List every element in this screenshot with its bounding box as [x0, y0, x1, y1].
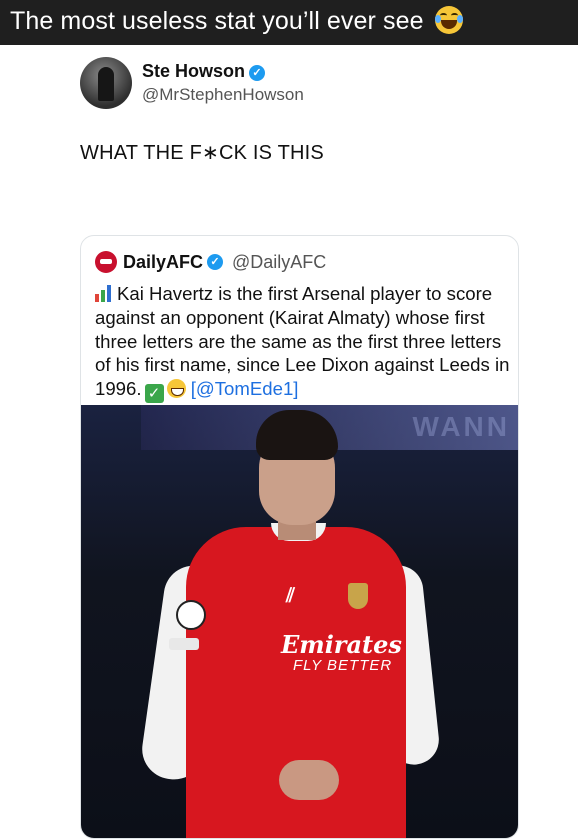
- bar-chart-icon: [95, 285, 112, 302]
- champions-league-ball-icon: [176, 600, 206, 630]
- credit-link[interactable]: [@TomEde1]: [191, 378, 299, 399]
- quoted-line-5: 1996. ✓ [@TomEde1]: [95, 378, 299, 404]
- quoted-tweet[interactable]: DailyAFC ✓ @DailyAFC Kai Havertz is the …: [80, 235, 519, 839]
- tweet-author-handle[interactable]: @MrStephenHowson: [142, 85, 304, 105]
- quoted-line-1: Kai Havertz is the first Arsenal player …: [95, 282, 510, 306]
- sponsor-text: Emirates: [281, 630, 402, 659]
- author-name-text: Ste Howson: [142, 61, 246, 81]
- tweet-author-name[interactable]: Ste Howson ✓: [142, 61, 266, 82]
- player-photo[interactable]: WANN ⫽ Emirates FLY BETTER: [81, 405, 518, 838]
- verified-badge-icon: ✓: [249, 65, 266, 81]
- quoted-author-handle[interactable]: @DailyAFC: [232, 252, 326, 273]
- quoted-author-name[interactable]: DailyAFC: [123, 252, 203, 273]
- check-mark-icon: ✓: [144, 384, 164, 404]
- quoted-line-3: three letters are the same as the first …: [95, 330, 502, 352]
- quoted-line-2: against an opponent (Kairat Almaty) whos…: [95, 306, 485, 328]
- dailyafc-avatar[interactable]: [95, 251, 117, 273]
- verified-badge-icon: ✓: [207, 254, 223, 270]
- adidas-logo-icon: ⫽: [286, 585, 295, 607]
- caption-title: The most useless stat you’ll ever see: [10, 6, 463, 36]
- quoted-tweet-text: Kai Havertz is the first Arsenal player …: [95, 282, 510, 404]
- sponsor-tagline: FLY BETTER: [293, 657, 393, 674]
- grinning-face-icon: [166, 379, 186, 399]
- face-with-tears-of-joy-icon: [434, 6, 463, 34]
- avatar[interactable]: [80, 57, 132, 109]
- caption-text: The most useless stat you’ll ever see: [10, 7, 424, 35]
- tweet-text: WHAT THE F∗CK IS THIS: [80, 142, 324, 164]
- sleeve-patch: [169, 638, 199, 650]
- caption-bar: The most useless stat you’ll ever see: [0, 0, 578, 45]
- quoted-line-4: of his first name, since Lee Dixon again…: [95, 354, 510, 376]
- arsenal-crest-icon: [348, 583, 368, 609]
